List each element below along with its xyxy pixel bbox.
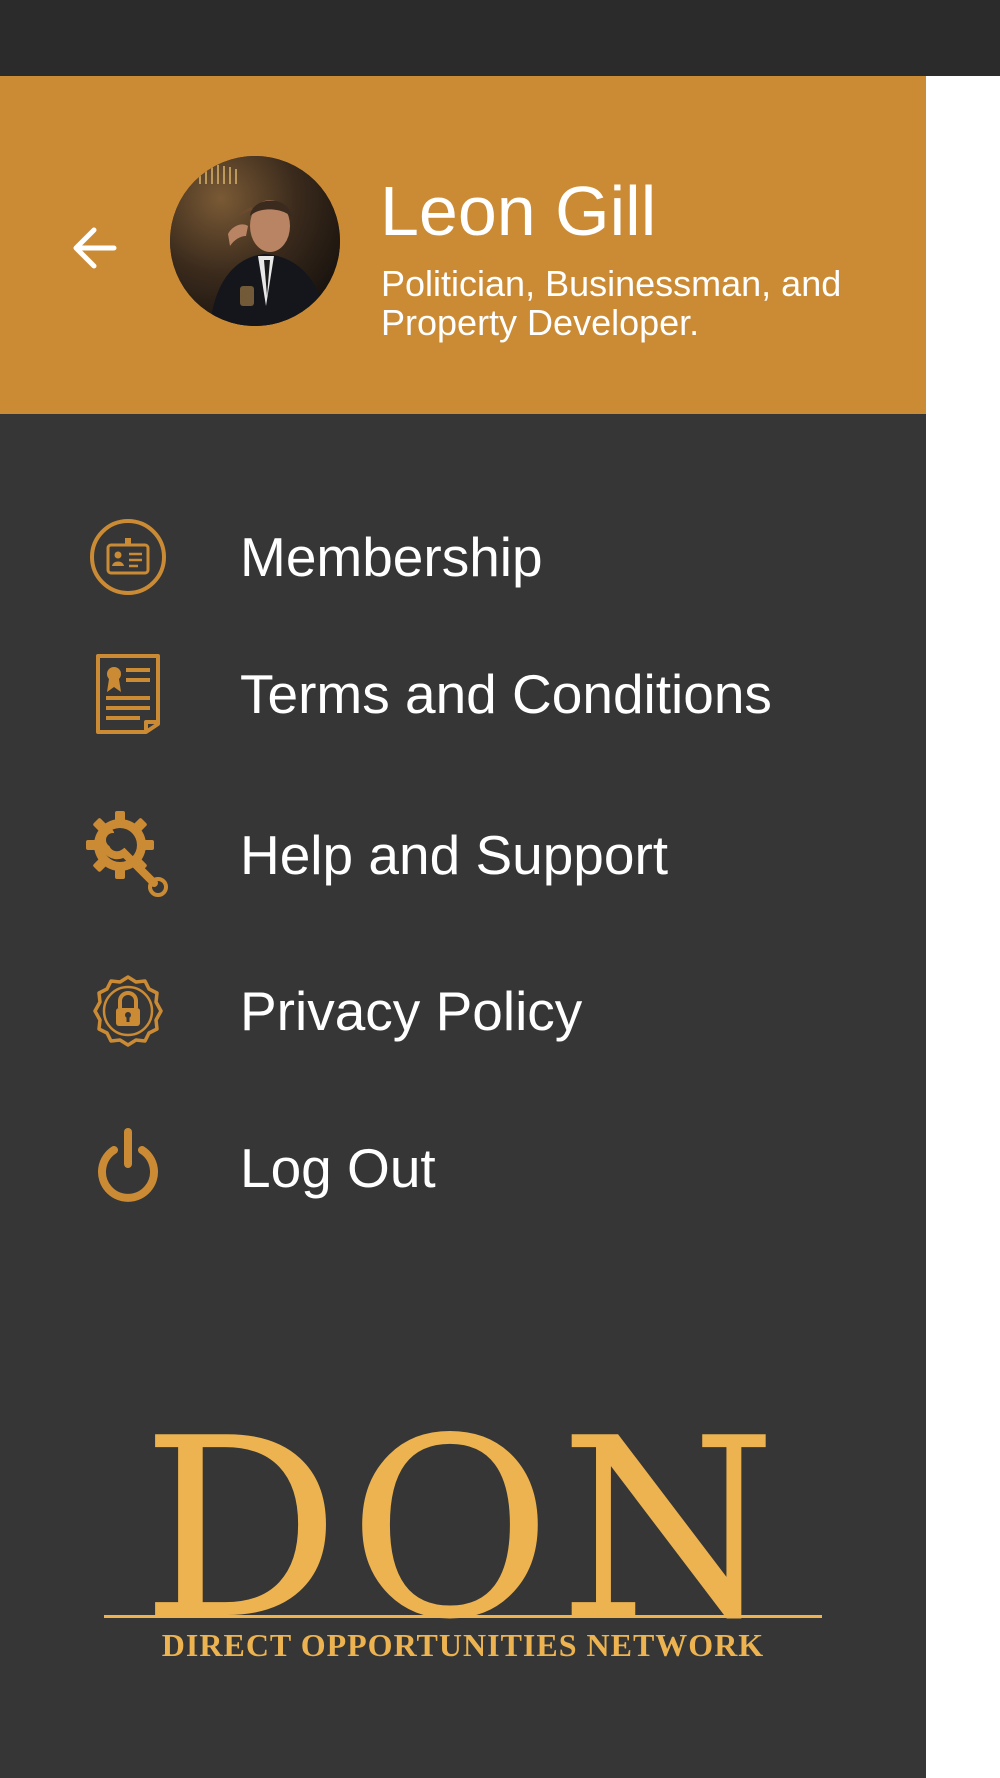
- menu-item-label: Terms and Conditions: [240, 663, 772, 725]
- lock-badge-icon: [80, 963, 176, 1059]
- profile-header: Leon Gill Politician, Businessman, and P…: [0, 76, 926, 414]
- background-content-edge[interactable]: [926, 76, 1000, 1778]
- menu-item-membership[interactable]: Membership: [0, 502, 926, 612]
- arrow-left-icon: [73, 227, 117, 269]
- status-bar: [0, 0, 1000, 76]
- certificate-document-icon: [80, 646, 176, 742]
- navigation-drawer: Leon Gill Politician, Businessman, and P…: [0, 76, 926, 1778]
- menu-item-log-out[interactable]: Log Out: [0, 1113, 926, 1223]
- profile-photo: [170, 156, 340, 326]
- menu-item-label: Privacy Policy: [240, 980, 583, 1042]
- id-card-icon: [80, 509, 176, 605]
- logo-divider: [104, 1615, 822, 1618]
- logo-tagline: DIRECT OPPORTUNITIES NETWORK: [161, 1627, 765, 1663]
- menu-item-label: Membership: [240, 526, 543, 588]
- power-icon: [80, 1120, 176, 1216]
- avatar[interactable]: [170, 156, 340, 326]
- back-button[interactable]: [64, 216, 128, 280]
- logo: DON: [0, 1406, 926, 1736]
- menu-item-label: Log Out: [240, 1137, 436, 1199]
- menu-item-help-and-support[interactable]: Help and Support: [0, 800, 926, 910]
- menu-item-label: Help and Support: [240, 824, 669, 886]
- gear-wrench-icon: [80, 807, 176, 903]
- menu-item-privacy-policy[interactable]: Privacy Policy: [0, 956, 926, 1066]
- menu-item-terms-and-conditions[interactable]: Terms and Conditions: [0, 639, 926, 749]
- profile-name: Leon Gill: [380, 172, 657, 250]
- profile-bio: Politician, Businessman, and Property De…: [381, 263, 842, 343]
